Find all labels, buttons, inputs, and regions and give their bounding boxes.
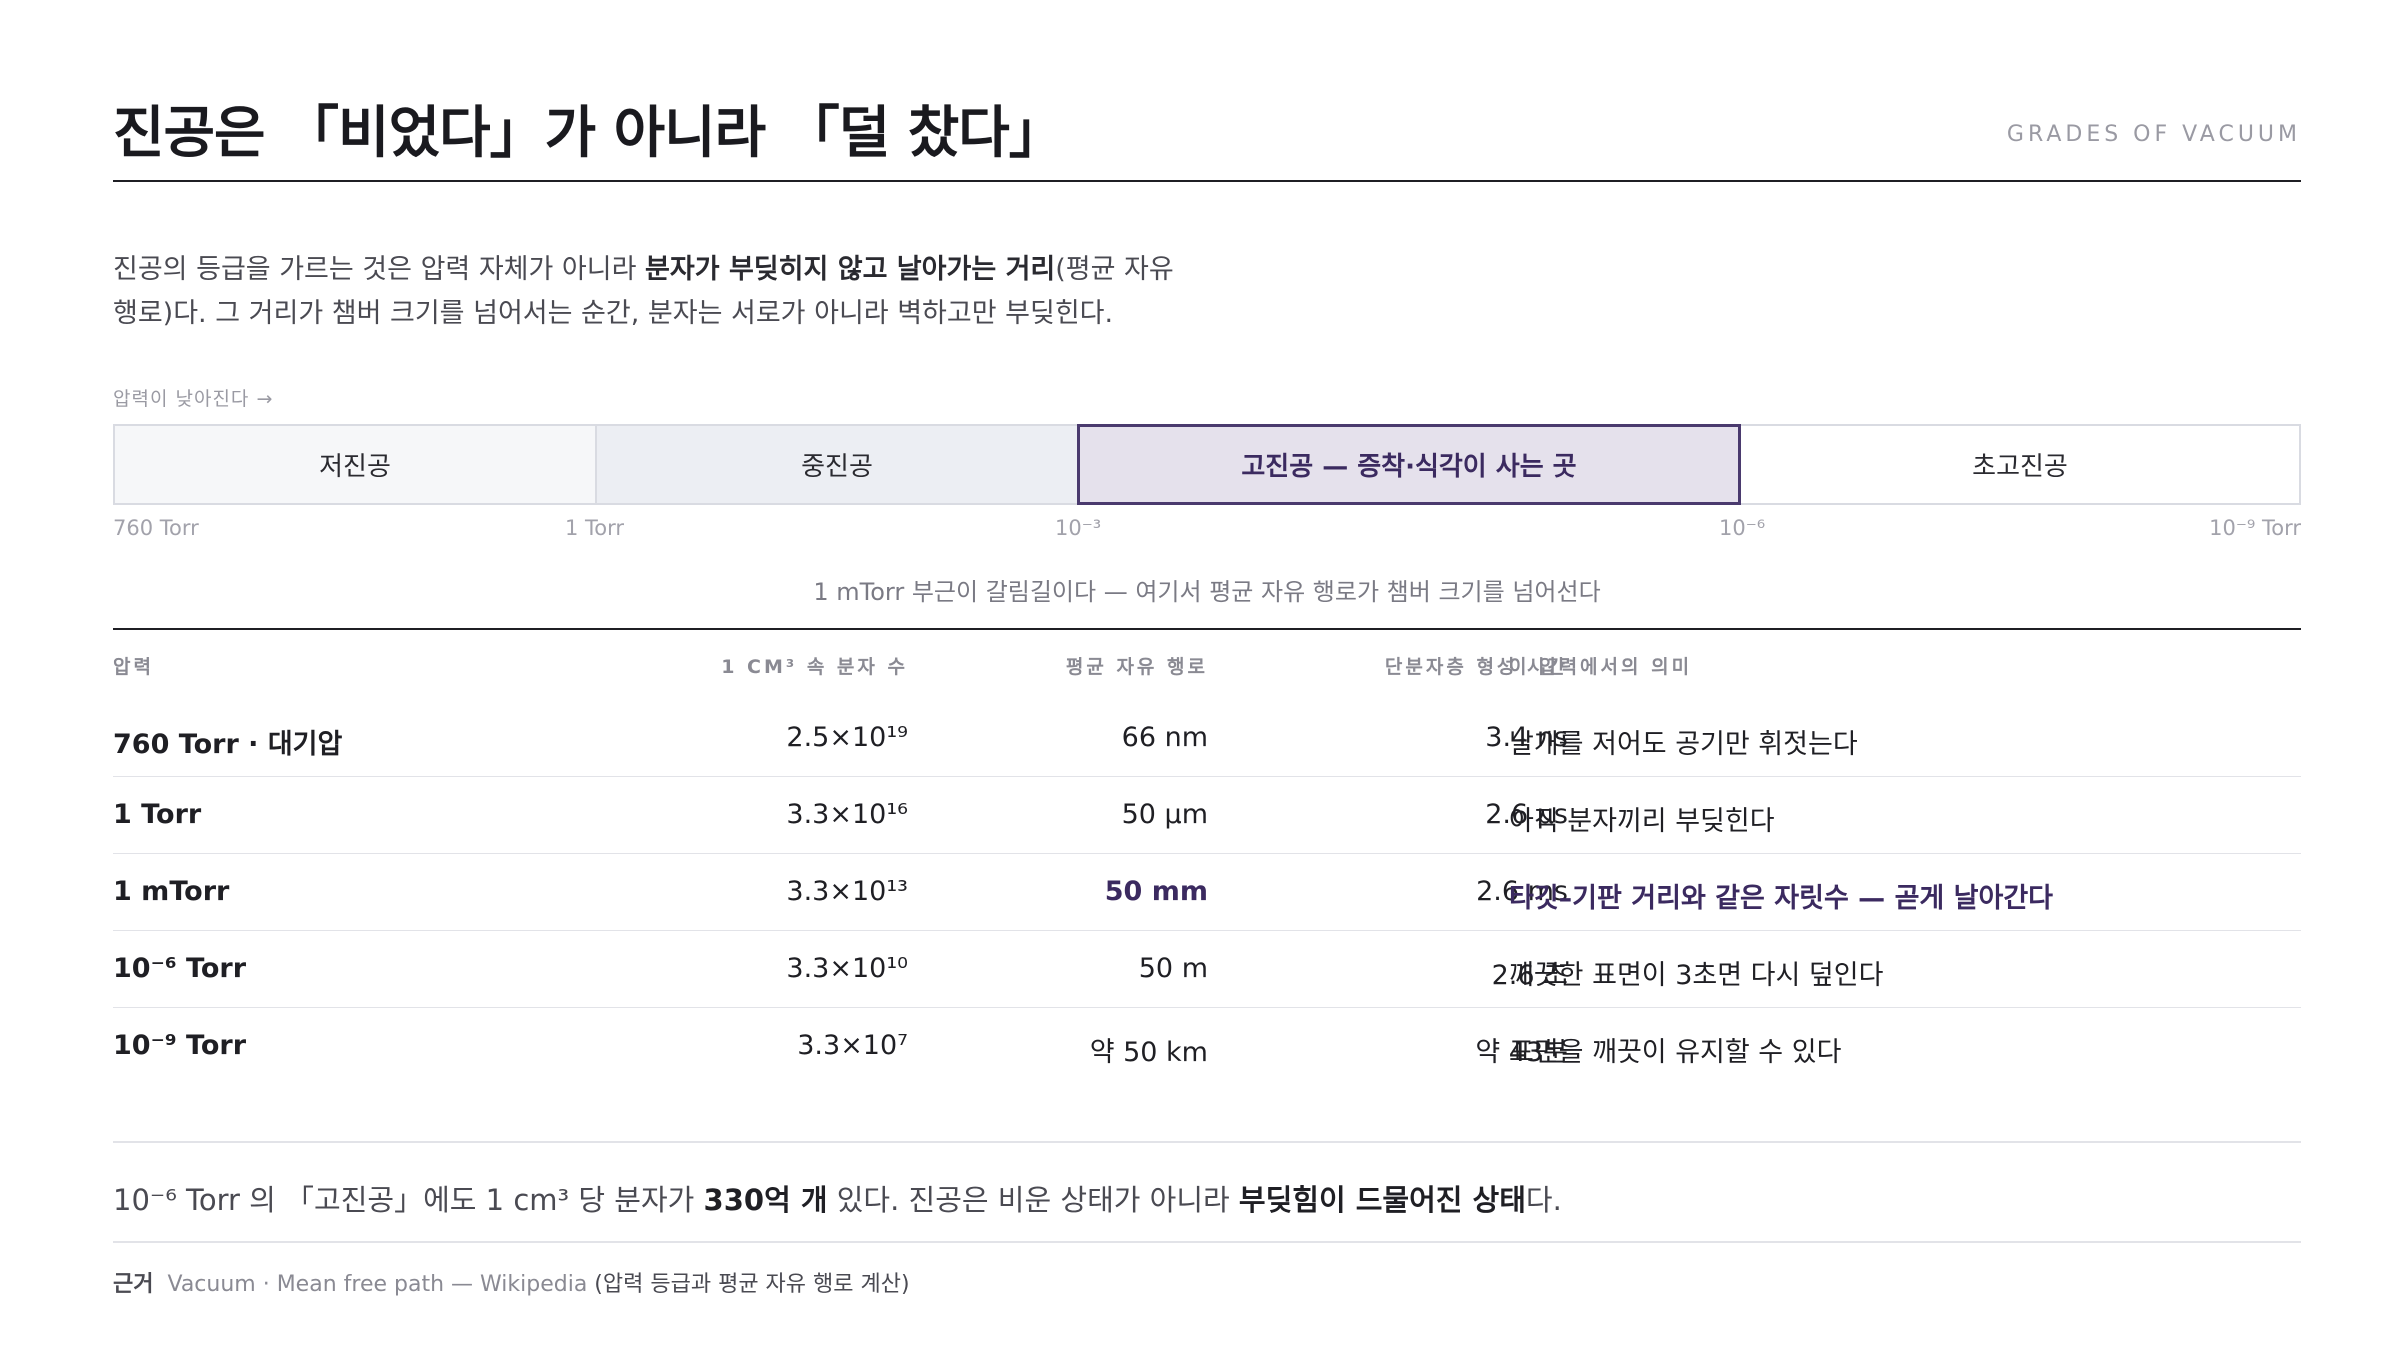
summary-part: 있다. 진공은 비운 상태가 아니라 — [827, 1183, 1239, 1217]
cell-density: 3.3×10⁷ — [797, 1030, 908, 1061]
cell-meaning: 아직 분자끼리 부딪힌다 — [1509, 806, 1775, 837]
cell-pressure: 760 Torr · 대기압 — [113, 729, 343, 760]
summary-box: 10⁻⁶ Torr 의 「고진공」에도 1 cm³ 당 분자가 330억 개 있… — [113, 1141, 2301, 1243]
cell-mean-free-path: 약 50 km — [1089, 1037, 1208, 1068]
cell-mean-free-path: 50 m — [1138, 953, 1208, 984]
tick-label: 1 Torr — [565, 516, 625, 540]
cell-pressure: 1 mTorr — [113, 876, 230, 907]
table-header: 압력 1 CM³ 속 분자 수 평균 자유 행로 단분자층 형성 시간 이 압력… — [113, 630, 2301, 700]
band-tick-labels: 760 Torr 1 Torr 10⁻³ 10⁻⁶ 10⁻⁹ Torr — [113, 516, 2301, 546]
table-row-highlighted: 1 mTorr 3.3×10¹³ 50 mm 2.6 ms 타깃–기판 거리와 … — [113, 854, 2301, 931]
cell-density: 2.5×10¹⁹ — [786, 722, 908, 753]
cell-meaning: 깨끗한 표면이 3초면 다시 덮인다 — [1509, 960, 1884, 991]
column-header-pressure: 압력 — [113, 656, 154, 678]
band-caption: 압력이 낮아진다 → — [113, 388, 274, 410]
column-header-density: 1 CM³ 속 분자 수 — [721, 656, 908, 678]
page-title: 진공은 「비었다」가 아니라 「덜 찼다」 — [113, 101, 1065, 166]
source-line: 근거 Vacuum · Mean free path — Wikipedia (압… — [113, 1266, 910, 1298]
cell-density: 3.3×10¹³ — [786, 876, 908, 907]
tick-label: 10⁻⁹ Torr — [2209, 516, 2301, 540]
band-segment-low-vacuum: 저진공 — [113, 424, 597, 505]
cell-meaning: 타깃–기판 거리와 같은 자릿수 — 곧게 날아간다 — [1509, 883, 2054, 914]
cell-mean-free-path: 66 nm — [1121, 722, 1208, 753]
cell-mean-free-path: 50 mm — [1104, 876, 1208, 907]
band-segment-high-vacuum: 고진공 — 증착·식각이 사는 곳 — [1077, 424, 1741, 505]
table-row: 10⁻⁶ Torr 3.3×10¹⁰ 50 m 2.6 초 깨끗한 표면이 3초… — [113, 931, 2301, 1008]
column-header-mean-free-path: 평균 자유 행로 — [1065, 656, 1208, 678]
column-header-meaning: 이 압력에서의 의미 — [1509, 656, 1693, 678]
cell-density: 3.3×10¹⁶ — [786, 799, 908, 830]
band-note: 1 mTorr 부근이 갈림길이다 — 여기서 평균 자유 행로가 챔버 크기를… — [813, 578, 1601, 606]
cell-pressure: 10⁻⁶ Torr — [113, 953, 247, 984]
summary-emphasis: 부딪힘이 드물어진 상태 — [1238, 1183, 1526, 1217]
intro-emphasis: 분자가 부딪히지 않고 날아가는 거리 — [645, 254, 1056, 285]
page: 진공은 「비었다」가 아니라 「덜 찼다」 GRADES OF VACUUM 진… — [113, 0, 2301, 1370]
vacuum-grade-band: 저진공 중진공 고진공 — 증착·식각이 사는 곳 초고진공 — [113, 424, 2301, 505]
summary-part: 다. — [1525, 1183, 1562, 1217]
header: 진공은 「비었다」가 아니라 「덜 찼다」 GRADES OF VACUUM — [113, 88, 2301, 182]
table-row: 760 Torr · 대기압 2.5×10¹⁹ 66 nm 3.4 ns 날개를… — [113, 700, 2301, 777]
cell-pressure: 1 Torr — [113, 799, 202, 830]
cell-mean-free-path: 50 µm — [1121, 799, 1208, 830]
cell-meaning: 표면을 깨끗이 유지할 수 있다 — [1509, 1037, 1842, 1068]
tick-label: 10⁻³ — [1055, 516, 1102, 540]
intro-text: 진공의 등급을 가르는 것은 압력 자체가 아니라 — [113, 254, 646, 285]
summary-part: 10⁻⁶ Torr 의 「고진공」에도 1 cm³ 당 분자가 — [113, 1183, 704, 1217]
band-segment-medium-vacuum: 중진공 — [595, 424, 1079, 505]
table-row: 10⁻⁹ Torr 3.3×10⁷ 약 50 km 약 43분 표면을 깨끗이 … — [113, 1008, 2301, 1085]
cell-density: 3.3×10¹⁰ — [786, 953, 908, 984]
eyebrow-label: GRADES OF VACUUM — [2006, 122, 2301, 147]
pressure-table: 압력 1 CM³ 속 분자 수 평균 자유 행로 단분자층 형성 시간 이 압력… — [113, 628, 2301, 1085]
summary-text: 10⁻⁶ Torr 의 「고진공」에도 1 cm³ 당 분자가 330억 개 있… — [113, 1177, 1562, 1219]
band-segment-ultra-high-vacuum: 초고진공 — [1739, 424, 2301, 505]
source-label: 근거 — [113, 1272, 154, 1297]
source-link[interactable]: Vacuum · Mean free path — Wikipedia — [167, 1272, 587, 1297]
tick-label: 760 Torr — [113, 516, 199, 540]
summary-emphasis: 330억 개 — [703, 1183, 828, 1217]
tick-label: 10⁻⁶ — [1719, 516, 1766, 540]
source-note: (압력 등급과 평균 자유 행로 계산) — [587, 1272, 910, 1297]
intro-paragraph: 진공의 등급을 가르는 것은 압력 자체가 아니라 분자가 부딪히지 않고 날아… — [113, 248, 1193, 336]
cell-pressure: 10⁻⁹ Torr — [113, 1030, 247, 1061]
cell-meaning: 날개를 저어도 공기만 휘젓는다 — [1509, 729, 1858, 760]
table-row: 1 Torr 3.3×10¹⁶ 50 µm 2.6 µs 아직 분자끼리 부딪힌… — [113, 777, 2301, 854]
